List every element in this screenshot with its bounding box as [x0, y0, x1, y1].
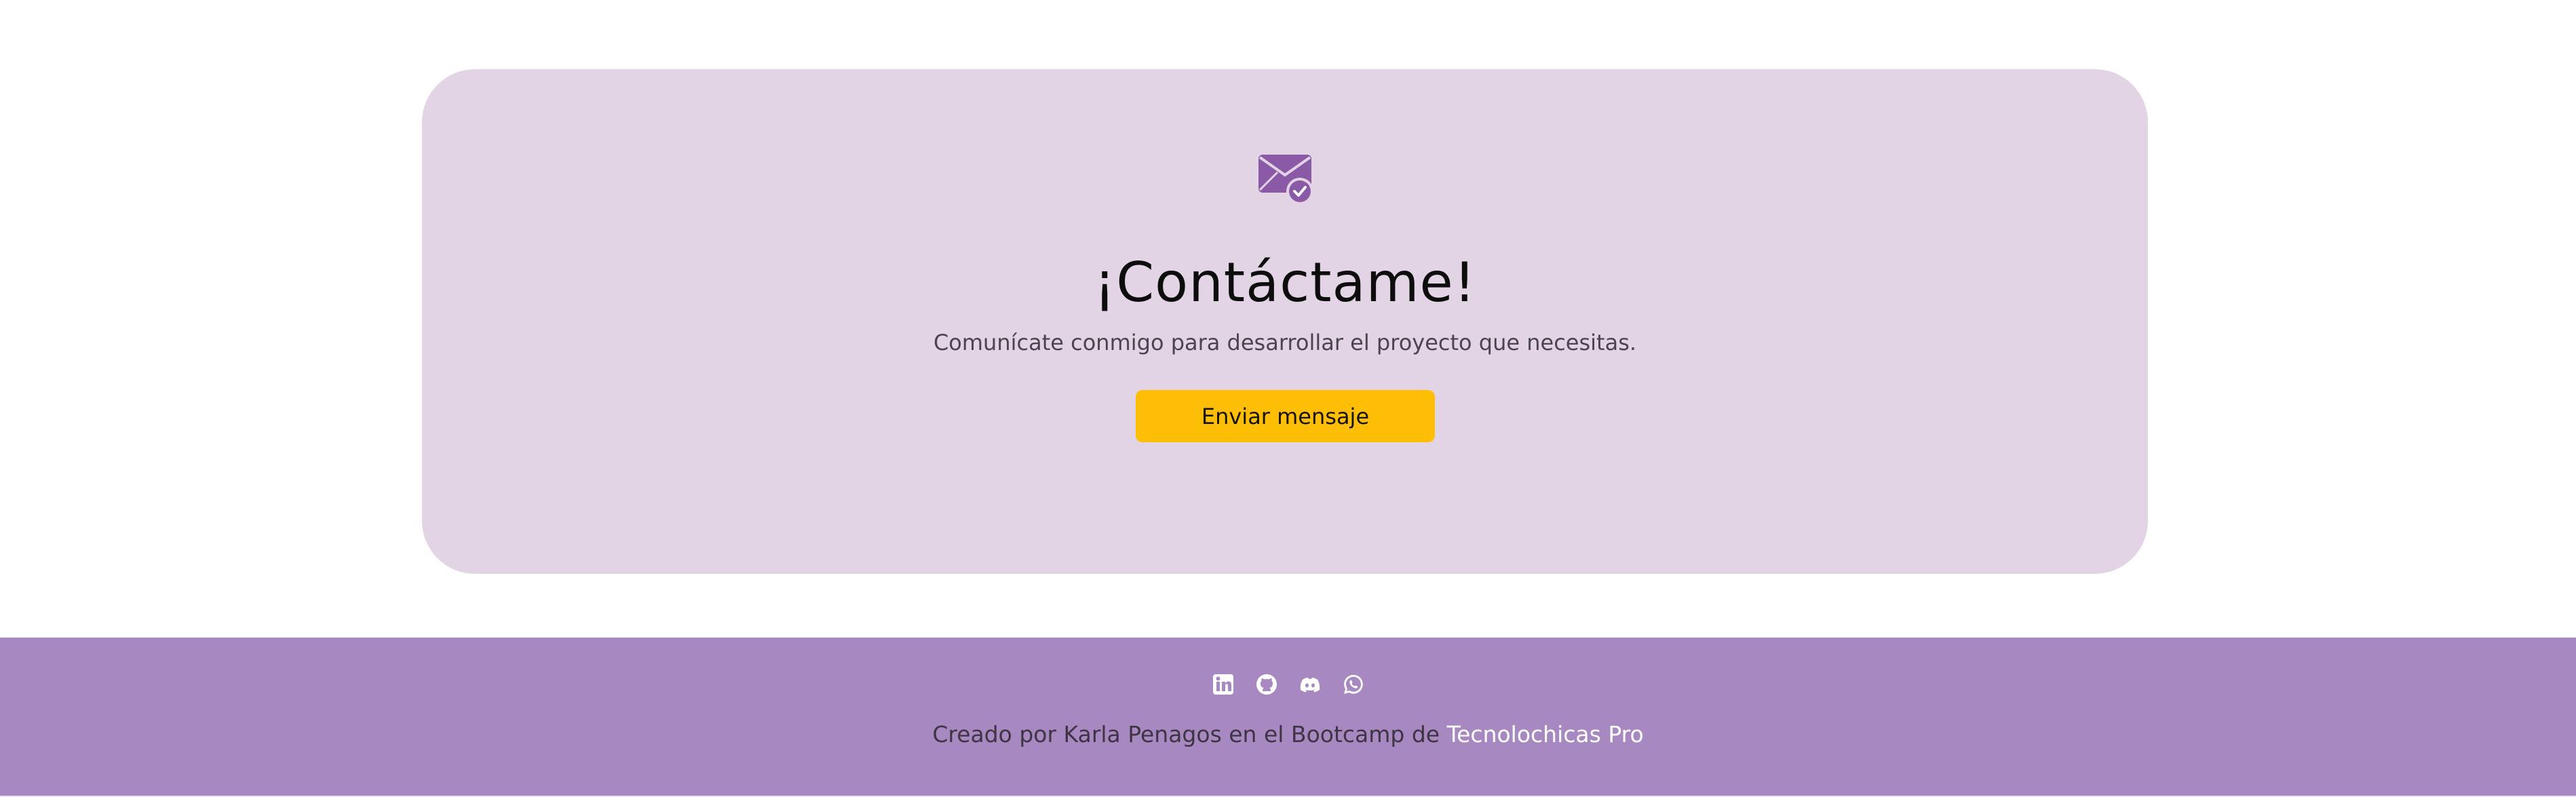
footer-credits: Creado por Karla Penagos en el Bootcamp … — [0, 718, 2576, 752]
discord-icon[interactable] — [1299, 673, 1322, 696]
social-icons — [0, 673, 2576, 700]
send-message-button[interactable]: Enviar mensaje — [1136, 390, 1435, 442]
whatsapp-icon[interactable] — [1342, 673, 1365, 696]
linkedin-icon[interactable] — [1212, 673, 1235, 696]
page: ¡Contáctame! Comunícate conmigo para des… — [0, 0, 2576, 797]
tecnolochicas-link[interactable]: Tecnolochicas Pro — [1447, 721, 1644, 747]
contact-subtitle: Comunícate conmigo para desarrollar el p… — [933, 330, 1637, 355]
credits-prefix: Creado por Karla Penagos en el Bootcamp … — [932, 721, 1447, 747]
contact-title: ¡Contáctame! — [1094, 251, 1476, 314]
github-icon[interactable] — [1255, 673, 1278, 696]
mail-check-icon — [1257, 152, 1315, 206]
footer: Creado por Karla Penagos en el Bootcamp … — [0, 638, 2576, 797]
contact-card: ¡Contáctame! Comunícate conmigo para des… — [422, 69, 2148, 574]
